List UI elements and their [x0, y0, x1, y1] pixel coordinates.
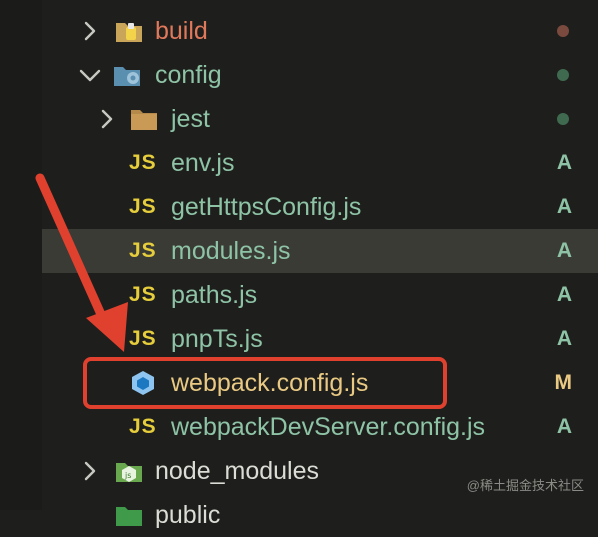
file-explorer-tree: build config jest JS env.js A JS getHttp…	[0, 0, 598, 529]
annotation-arrow	[35, 173, 128, 352]
watermark: @稀土掘金技术社区	[466, 478, 584, 493]
